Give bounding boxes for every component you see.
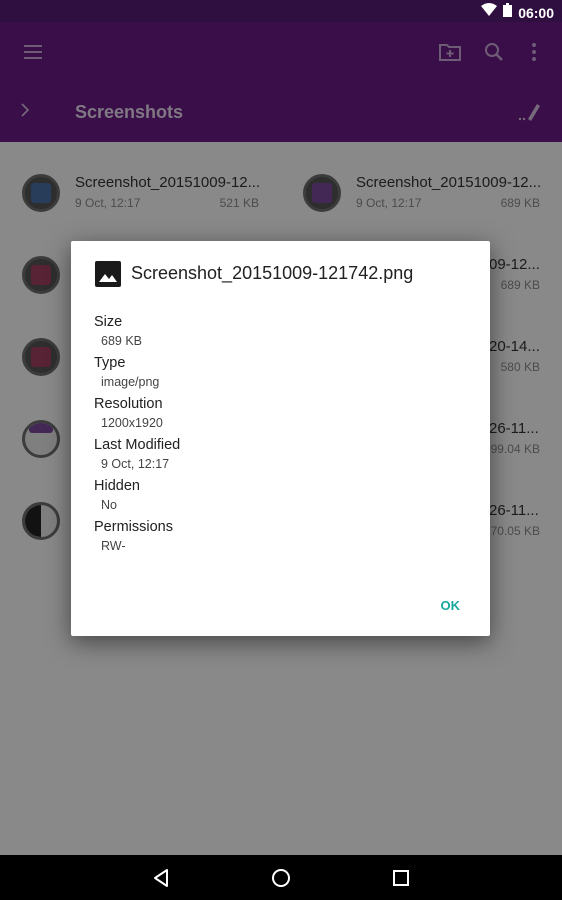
property-label: Type	[94, 355, 126, 371]
status-icons: 06:00	[481, 3, 554, 22]
property-value: 9 Oct, 12:17	[101, 457, 170, 471]
property-label: Permissions	[94, 519, 173, 535]
property-type: Type image/png	[94, 354, 180, 395]
navigation-bar	[0, 855, 562, 900]
home-icon[interactable]	[269, 866, 293, 890]
property-label: Resolution	[94, 396, 163, 412]
dialog-title: Screenshot_20151009-121742.png	[131, 263, 414, 283]
property-value: RW-	[101, 539, 126, 553]
property-label: Size	[94, 314, 123, 330]
status-time: 06:00	[518, 4, 554, 21]
image-icon	[95, 261, 121, 287]
property-value: 1200x1920	[101, 416, 163, 430]
status-bar: 06:00	[0, 0, 562, 22]
properties-dialog: Screenshot_20151009-121742.png Size 689 …	[71, 241, 490, 636]
battery-icon	[503, 3, 513, 22]
wifi-icon	[481, 3, 498, 22]
property-value: 689 KB	[101, 334, 143, 348]
property-size: Size 689 KB	[94, 313, 180, 354]
property-value: image/png	[101, 375, 160, 389]
property-label: Last Modified	[94, 437, 181, 453]
property-label: Hidden	[94, 478, 140, 494]
property-hidden: Hidden No	[94, 477, 180, 518]
back-icon[interactable]	[149, 866, 173, 890]
property-value: No	[101, 498, 117, 512]
property-resolution: Resolution 1200x1920	[94, 395, 180, 436]
recents-icon[interactable]	[389, 866, 413, 890]
ok-button[interactable]: OK	[441, 598, 461, 613]
property-last-modified: Last Modified 9 Oct, 12:17	[94, 436, 180, 477]
property-permissions: Permissions RW-	[94, 518, 180, 559]
properties-list: Size 689 KB Type image/png Resolution 12…	[94, 313, 180, 559]
